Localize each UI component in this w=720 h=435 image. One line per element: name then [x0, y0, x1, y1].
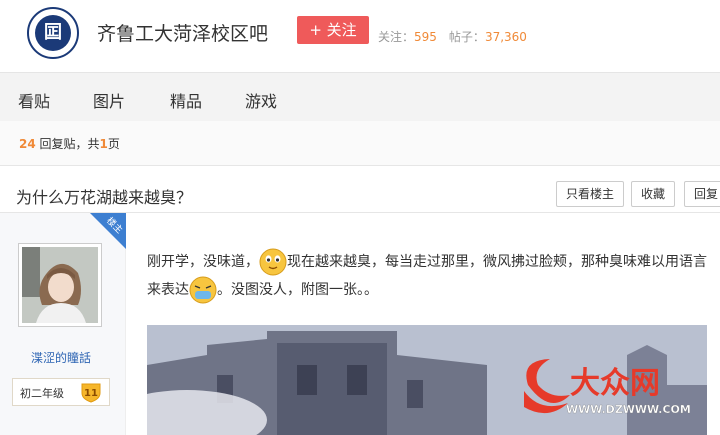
bar-logo-mark: 囸	[35, 15, 71, 51]
smile-emoji-icon	[259, 248, 287, 276]
bar-stats: 关注：595 帖子：37,360	[378, 28, 527, 45]
tab-posts[interactable]: 看贴	[18, 88, 50, 112]
avatar[interactable]	[18, 243, 102, 327]
post-text-3: 。没图没人，附图一张。。	[217, 282, 378, 298]
reply-button[interactable]: 回复	[684, 181, 720, 207]
watermark-brand: 大众网	[570, 366, 660, 401]
post-text-1: 刚开学，没味道，	[147, 254, 259, 270]
thread-title-bar: 为什么万花湖越来越臭？ 只看楼主 收藏 回复	[0, 166, 720, 213]
dzwww-watermark-logo: 大众网 WWW.DZWWW.COM	[524, 359, 690, 416]
level-shield-icon: 11	[81, 383, 101, 403]
username[interactable]: 渫涩的瞳話	[31, 349, 91, 366]
watermark-url: WWW.DZWWW.COM	[566, 403, 690, 416]
post-count: 37,360	[484, 30, 527, 44]
follow-count-label: 关注：	[378, 30, 415, 44]
tab-featured[interactable]: 精品	[170, 88, 202, 112]
post-count-label: 帖子：	[448, 30, 485, 44]
avatar-image	[22, 247, 98, 323]
favorite-button[interactable]: 收藏	[631, 181, 675, 207]
thread-title: 为什么万花湖越来越臭？	[16, 188, 193, 207]
page-text: 页	[107, 137, 120, 151]
tab-games[interactable]: 游戏	[245, 88, 277, 112]
level-name: 初二年级	[20, 387, 64, 400]
reply-count: 24	[19, 137, 36, 151]
tab-pictures[interactable]: 图片	[93, 88, 125, 112]
pager-bar: 24 回复贴，共1页	[0, 121, 720, 166]
page-count: 1	[99, 137, 108, 151]
reply-summary: 24 回复贴，共1页	[19, 135, 120, 152]
only-op-button[interactable]: 只看楼主	[556, 181, 624, 207]
post-content: 刚开学，没味道， 现在越来越臭，每当走过那里，微风拂过脸颊，那种臭味难以用语言来…	[147, 248, 717, 304]
follow-button[interactable]: + 关注	[297, 16, 369, 44]
bar-name[interactable]: 齐鲁工大菏泽校区吧	[97, 19, 268, 46]
level-badge[interactable]: 初二年级 11	[12, 378, 110, 406]
level-number: 11	[84, 388, 98, 399]
forum-header: 囸 齐鲁工大菏泽校区吧 + 关注 关注：595 帖子：37,360	[0, 0, 720, 72]
bar-logo[interactable]: 囸	[27, 7, 79, 59]
nav-bar: 看贴 图片 精品 游戏	[0, 72, 720, 121]
follow-count: 595	[414, 30, 437, 44]
sick-emoji-icon	[189, 276, 217, 304]
reply-text: 回复贴，共	[39, 137, 100, 151]
